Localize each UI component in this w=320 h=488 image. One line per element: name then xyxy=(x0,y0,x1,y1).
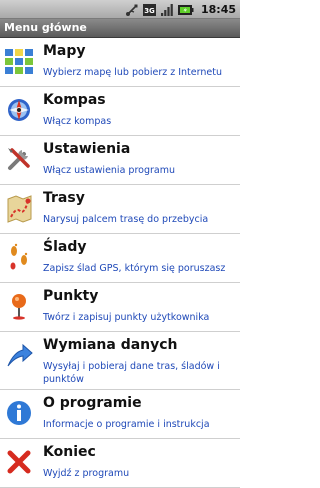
menu-item-mapy[interactable]: Mapy Wybierz mapę lub pobierz z Internet… xyxy=(0,38,240,87)
menu-item-ustawienia[interactable]: Ustawienia Włącz ustawienia programu xyxy=(0,136,240,185)
tools-icon xyxy=(8,148,30,170)
compass-icon xyxy=(8,99,30,121)
menu-item-title: Punkty xyxy=(43,288,99,304)
status-bar: 3G 18:45 xyxy=(0,0,240,19)
pin-icon xyxy=(12,294,26,320)
menu-item-title: Wymiana danych xyxy=(43,337,178,353)
status-clock: 18:45 xyxy=(200,3,236,16)
menu-item-koniec[interactable]: Koniec Wyjdź z programu xyxy=(0,439,240,488)
upload-arrow-icon xyxy=(7,343,33,367)
route-icon xyxy=(7,195,32,223)
main-menu: Mapy Wybierz mapę lub pobierz z Internet… xyxy=(0,38,240,488)
menu-item-title: Ustawienia xyxy=(43,141,131,157)
map-grid-icon xyxy=(5,49,33,74)
menu-item-subtitle: Wysyłaj i pobieraj dane tras, śladów i p… xyxy=(43,361,220,385)
info-icon xyxy=(7,401,31,425)
menu-item-punkty[interactable]: Punkty Twórz i zapisuj punkty użytkownik… xyxy=(0,283,240,332)
menu-item-title: Mapy xyxy=(43,43,86,59)
signal-icon xyxy=(160,3,173,16)
menu-item-slady[interactable]: Ślady Zapisz ślad GPS, którym się porusz… xyxy=(0,234,240,283)
menu-item-title: Koniec xyxy=(43,444,96,460)
menu-item-kompas[interactable]: Kompas Włącz kompas xyxy=(0,87,240,136)
menu-item-subtitle: Narysuj palcem trasę do przebycia xyxy=(43,214,209,225)
status-icons: 3G 18:45 xyxy=(125,1,236,18)
menu-item-title: Trasy xyxy=(43,190,85,206)
menu-item-subtitle: Twórz i zapisuj punkty użytkownika xyxy=(43,312,210,323)
footprints-icon xyxy=(10,243,28,270)
menu-item-subtitle: Włącz ustawienia programu xyxy=(43,165,175,176)
menu-item-subtitle: Informacje o programie i instrukcja xyxy=(43,419,210,430)
menu-item-subtitle: Włącz kompas xyxy=(43,116,112,127)
window-title: Menu główne xyxy=(4,21,87,34)
menu-item-subtitle: Zapisz ślad GPS, którym się poruszasz xyxy=(43,263,226,274)
menu-item-title: Ślady xyxy=(43,239,87,255)
svg-text:3G: 3G xyxy=(144,7,155,15)
menu-item-trasy[interactable]: Trasy Narysuj palcem trasę do przebycia xyxy=(0,185,240,234)
title-bar: Menu główne xyxy=(0,19,240,38)
menu-item-wymiana-danych[interactable]: Wymiana danych Wysyłaj i pobieraj dane t… xyxy=(0,332,240,390)
menu-item-title: Kompas xyxy=(43,92,106,108)
usb-icon xyxy=(125,4,138,16)
menu-item-subtitle: Wybierz mapę lub pobierz z Internetu xyxy=(43,67,222,78)
3g-icon: 3G xyxy=(142,3,156,16)
menu-item-title: O programie xyxy=(43,395,142,411)
battery-icon xyxy=(177,4,194,15)
menu-item-subtitle: Wyjdź z programu xyxy=(43,468,130,479)
menu-item-o-programie[interactable]: O programie Informacje o programie i ins… xyxy=(0,390,240,439)
exit-x-icon xyxy=(7,450,31,474)
